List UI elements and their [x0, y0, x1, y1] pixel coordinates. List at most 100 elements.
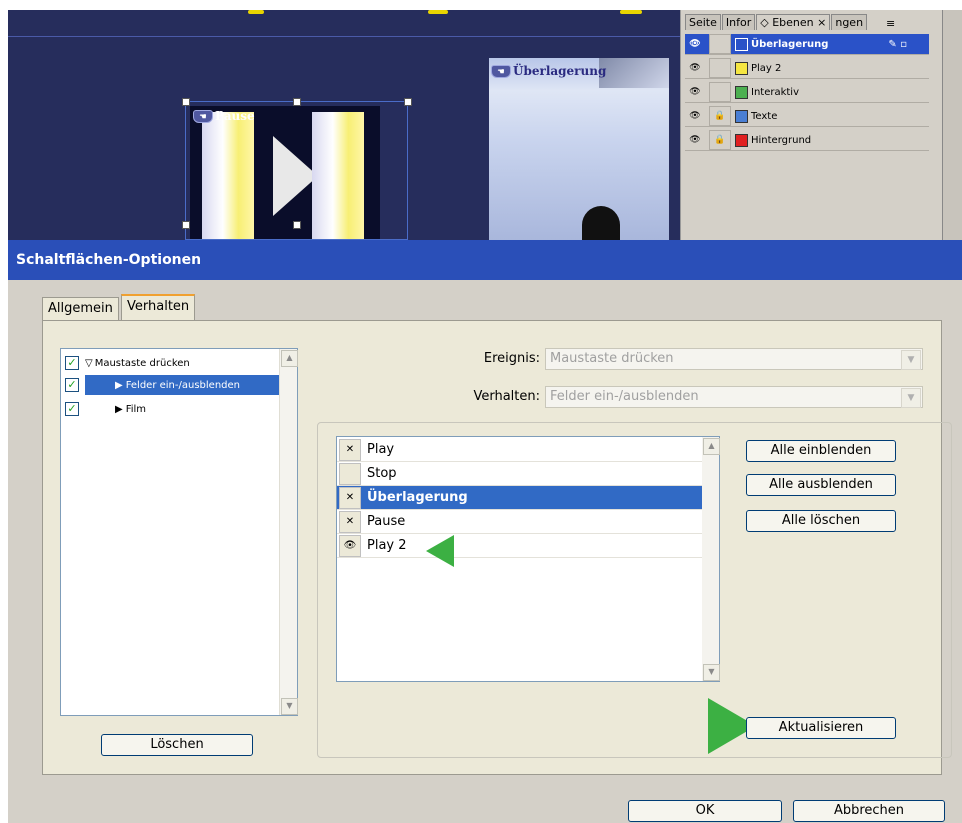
close-icon[interactable]: × [817, 16, 826, 29]
dialog-title[interactable]: Schaltflächen-Optionen [8, 240, 962, 280]
pen-icon: ✎ ▫ [888, 38, 907, 50]
field-label: Stop [367, 466, 397, 481]
eye-icon[interactable]: 👁 [685, 59, 705, 77]
list-item[interactable]: ✓ ▶ Felder ein-/ausblenden [61, 375, 297, 395]
annotation-arrow [426, 535, 454, 567]
layer-row[interactable]: 👁 Play 2 [685, 58, 929, 79]
eye-icon[interactable]: 👁 [685, 107, 705, 125]
action-list: ✓ ▽ Maustaste drücken ✓ ▶ Felder ein-/au… [60, 348, 298, 716]
selection-handle[interactable] [293, 221, 301, 229]
chevron-down-icon[interactable]: ▼ [901, 350, 921, 370]
tab-info[interactable]: Infor [721, 14, 756, 30]
hide-all-button[interactable]: Alle ausblenden [746, 474, 896, 496]
field-list: ✕ Play Stop ✕ Überlagerung ✕ Pause 👁 Pla… [336, 436, 720, 682]
action-checkbox[interactable]: ✓ [65, 402, 79, 416]
selection-handle[interactable] [182, 221, 190, 229]
layer-name: Texte [751, 110, 778, 122]
list-item[interactable]: ✕ Play [337, 438, 703, 462]
layer-color-swatch [735, 37, 748, 51]
hide-eye-icon[interactable]: ✕ [339, 438, 361, 461]
scrollbar[interactable]: ▲ ▼ [702, 437, 720, 681]
eye-icon[interactable]: 👁 [685, 83, 705, 101]
layers-panel: Seite Infor ◇ Ebenen × ngen ≡ 👁 Überlage… [680, 10, 942, 240]
tab-seiten[interactable]: Seite [685, 14, 721, 30]
layer-row[interactable]: 👁 🔒 Hintergrund [685, 130, 929, 151]
layer-color-swatch [735, 85, 748, 99]
button-options-dialog: Schaltflächen-Optionen Allgemein Verhalt… [8, 240, 962, 823]
canvas-mark [428, 10, 448, 14]
cancel-button[interactable]: Abbrechen [793, 800, 945, 822]
layer-color-swatch [735, 109, 748, 123]
lock-toggle[interactable] [709, 34, 731, 54]
layer-name: Hintergrund [751, 134, 812, 146]
show-eye-icon[interactable]: 👁 [339, 534, 361, 557]
field-label: Play [367, 442, 395, 457]
lock-icon[interactable]: 🔒 [709, 130, 731, 150]
tab-ebenen[interactable]: ◇ Ebenen × [756, 14, 831, 30]
lock-icon[interactable]: 🔒 [709, 106, 731, 126]
scrollbar[interactable]: ▲ ▼ [279, 349, 298, 715]
ok-button[interactable]: OK [628, 800, 782, 822]
list-item[interactable]: ✓ ▶ Film [61, 399, 297, 419]
hide-eye-icon[interactable]: ✕ [339, 510, 361, 533]
show-all-button[interactable]: Alle einblenden [746, 440, 896, 462]
event-dropdown[interactable]: Maustaste drücken ▼ [545, 348, 923, 370]
pause-button-object[interactable]: ☚ Pause [182, 98, 412, 245]
scroll-down-icon[interactable]: ▼ [703, 664, 720, 681]
hand-icon: ☚ [491, 64, 511, 78]
panel-menu-icon[interactable]: ≡ [886, 17, 895, 30]
field-label: Überlagerung [367, 490, 468, 505]
overlay-video-object[interactable]: ☚ Überlagerung [489, 58, 669, 240]
behavior-value: Felder ein-/ausblenden [550, 389, 699, 404]
overlay-object-label: ☚ Überlagerung [491, 64, 606, 78]
layer-row[interactable]: 👁 Überlagerung ✎ ▫ [685, 34, 929, 55]
action-label-row: ▶ Felder ein-/ausblenden [85, 375, 281, 395]
clear-all-button[interactable]: Alle löschen [746, 510, 896, 532]
event-value: Maustaste drücken [550, 351, 674, 366]
list-item[interactable]: ✓ ▽ Maustaste drücken [61, 353, 297, 373]
delete-button[interactable]: Löschen [101, 734, 253, 756]
lock-toggle[interactable] [709, 82, 731, 102]
action-label: Film [125, 403, 147, 415]
layer-name: Play 2 [751, 62, 782, 74]
list-item[interactable]: 👁 Play 2 [337, 534, 703, 558]
layer-color-swatch [735, 61, 748, 75]
behavior-label: Verhalten: [473, 389, 540, 404]
canvas-mark [620, 10, 642, 14]
lock-toggle[interactable] [709, 58, 731, 78]
action-checkbox[interactable]: ✓ [65, 356, 79, 370]
list-item[interactable]: Stop [337, 462, 703, 486]
list-item[interactable]: ✕ Pause [337, 510, 703, 534]
layer-row[interactable]: 👁 Interaktiv [685, 82, 929, 103]
scroll-up-icon[interactable]: ▲ [281, 350, 298, 367]
selection-handle[interactable] [182, 98, 190, 106]
layer-name: Interaktiv [751, 86, 800, 98]
tab-verhalten[interactable]: Verhalten [121, 294, 196, 321]
behavior-dropdown[interactable]: Felder ein-/ausblenden ▼ [545, 386, 923, 408]
layer-row[interactable]: 👁 🔒 Texte [685, 106, 929, 127]
action-arrow-icon: ▶ [115, 379, 123, 391]
action-checkbox[interactable]: ✓ [65, 378, 79, 392]
hide-eye-icon[interactable]: ✕ [339, 486, 361, 509]
tab-verknuepfungen[interactable]: ngen [831, 14, 868, 30]
panel-tabs: Seite Infor ◇ Ebenen × ngen ≡ [681, 10, 943, 30]
eye-icon[interactable]: 👁 [685, 35, 705, 53]
selection-handle[interactable] [293, 98, 301, 106]
list-item[interactable]: ✕ Überlagerung [337, 486, 703, 510]
empty-state-box[interactable] [339, 462, 361, 485]
eye-icon[interactable]: 👁 [685, 131, 705, 149]
action-arrow-icon: ▶ [115, 403, 123, 415]
overlay-label-text: Überlagerung [513, 64, 607, 78]
chevron-down-icon[interactable]: ▼ [901, 388, 921, 408]
scroll-down-icon[interactable]: ▼ [281, 698, 298, 715]
field-label: Play 2 [367, 538, 407, 553]
tab-ebenen-label: Ebenen [772, 16, 814, 29]
selection-frame [185, 101, 408, 240]
selection-handle[interactable] [404, 98, 412, 106]
expand-triangle-icon[interactable]: ▽ [85, 358, 93, 369]
video-frame-person [582, 206, 620, 240]
action-label: Felder ein-/ausblenden [125, 379, 241, 391]
scroll-up-icon[interactable]: ▲ [703, 438, 720, 455]
update-button[interactable]: Aktualisieren [746, 717, 896, 739]
tab-allgemein[interactable]: Allgemein [42, 297, 119, 320]
